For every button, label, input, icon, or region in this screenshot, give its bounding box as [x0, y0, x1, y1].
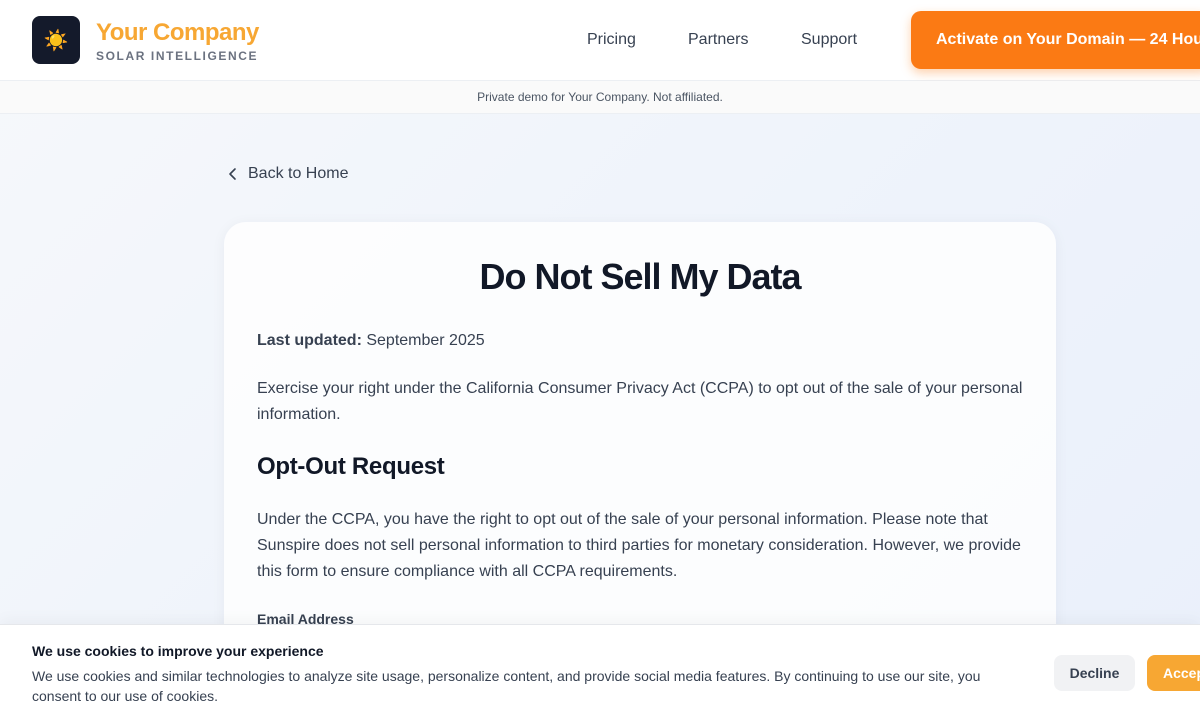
last-updated-value: September 2025: [366, 332, 485, 349]
last-updated-label: Last updated:: [257, 332, 362, 349]
back-to-home-link[interactable]: Back to Home: [226, 165, 348, 183]
section-heading: Opt-Out Request: [257, 453, 445, 480]
chevron-left-icon: [229, 168, 236, 180]
decline-cookies-button[interactable]: Decline: [1054, 655, 1135, 691]
sun-icon: ☀️: [43, 29, 69, 52]
disclaimer-banner: Private demo for Your Company. Not affil…: [0, 81, 1200, 114]
intro-paragraph: Exercise your right under the California…: [257, 380, 1023, 423]
cookie-banner: We use cookies to improve your experienc…: [0, 624, 1200, 720]
last-updated: Last updated: September 2025: [257, 332, 485, 350]
activate-domain-button[interactable]: Activate on Your Domain — 24 Hours: [911, 11, 1200, 69]
nav-pricing[interactable]: Pricing: [587, 31, 636, 49]
site-header: ☀️ Your Company SOLAR INTELLIGENCE Prici…: [0, 0, 1200, 81]
section-paragraph: Under the CCPA, you have the right to op…: [257, 511, 1021, 580]
brand-name[interactable]: Your Company: [96, 19, 259, 47]
page-title: Do Not Sell My Data: [479, 256, 801, 297]
cookie-title: We use cookies to improve your experienc…: [32, 643, 324, 659]
cookie-text: We use cookies and similar technologies …: [32, 668, 981, 704]
brand-tagline: SOLAR INTELLIGENCE: [96, 49, 259, 63]
accept-cookies-button[interactable]: Accept: [1147, 655, 1200, 691]
nav-support[interactable]: Support: [801, 31, 857, 49]
logo[interactable]: ☀️: [32, 16, 80, 64]
nav-partners[interactable]: Partners: [688, 31, 748, 49]
back-link-label: Back to Home: [248, 165, 349, 182]
